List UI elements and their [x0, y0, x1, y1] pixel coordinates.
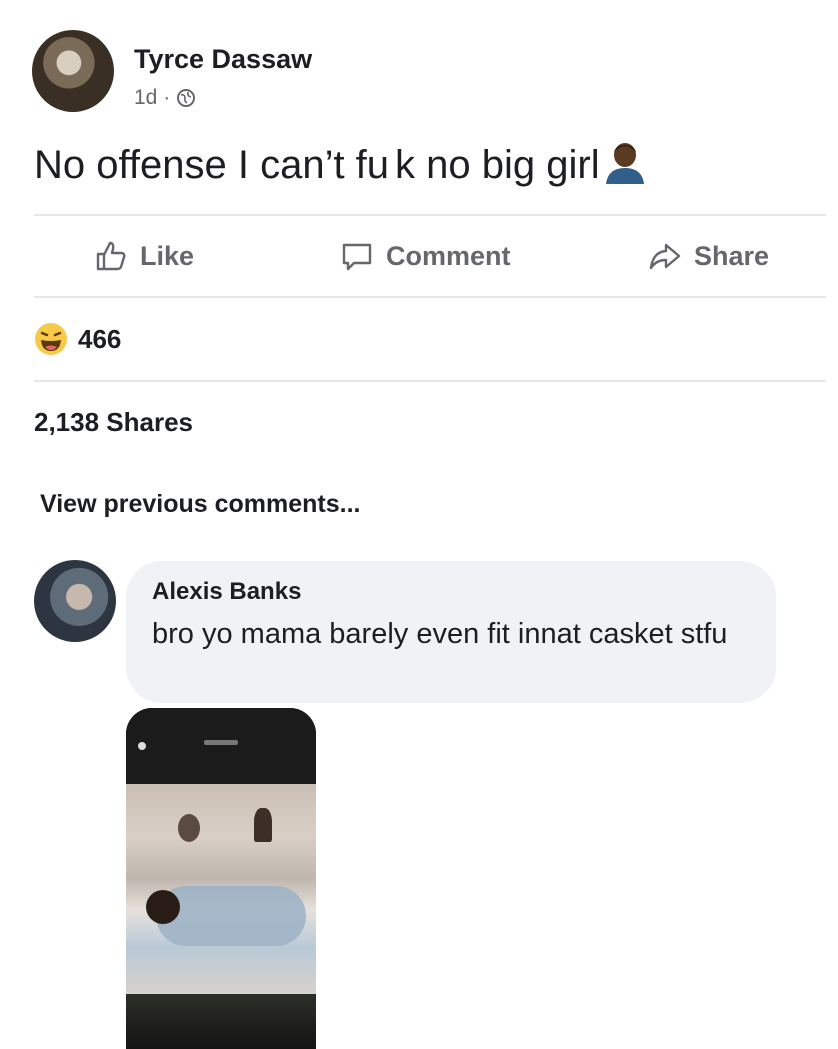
reactions-summary[interactable]: 466 [34, 322, 121, 356]
globe-icon [177, 89, 196, 107]
attachment-figure [178, 814, 200, 842]
attachment-clock [204, 740, 238, 745]
divider-actions [34, 296, 826, 298]
thumbs-up-icon [96, 241, 126, 271]
facebook-post: Tyrce Dassaw 1d · No offense I can’t fu k… [0, 0, 838, 1049]
commenter-name[interactable]: Alexis Banks [152, 578, 301, 606]
haha-reaction-icon [35, 323, 67, 355]
commenter-avatar[interactable] [34, 560, 116, 642]
post-text: No offense I can’t fu k no big girl [34, 140, 646, 188]
share-arrow-icon [649, 243, 681, 270]
person-emoji [605, 143, 644, 184]
post-meta: 1d · [134, 86, 196, 110]
attachment-head [146, 890, 180, 924]
post-text-start: No offense I can’t fu [34, 143, 390, 187]
post-time[interactable]: 1d · [134, 86, 170, 110]
comment-attachment-image[interactable] [126, 708, 316, 1049]
like-label: Like [140, 240, 195, 271]
post-text-end: k no big girl [395, 143, 600, 187]
author-name[interactable]: Tyrce Dassaw [134, 44, 312, 75]
attachment-blanket [156, 886, 306, 946]
share-button[interactable]: Share [648, 214, 769, 298]
reaction-count: 466 [78, 323, 122, 354]
view-previous-comments-link[interactable]: View previous comments... [40, 490, 360, 519]
attachment-status-bar [126, 708, 316, 784]
comment-icon [342, 243, 372, 271]
comment-text: bro yo mama barely even fit innat casket… [152, 618, 728, 650]
attachment-dot [138, 742, 146, 750]
author-avatar[interactable] [32, 30, 114, 112]
comment-button[interactable]: Comment [340, 214, 511, 298]
divider-reactions [34, 380, 826, 382]
comment-label: Comment [386, 240, 511, 271]
shares-count[interactable]: 2,138 Shares [34, 407, 193, 438]
like-button[interactable]: Like [94, 214, 194, 298]
attachment-figure [254, 808, 272, 842]
action-bar: Like Comment Share [34, 214, 826, 298]
share-label: Share [694, 240, 770, 271]
attachment-bottom [126, 994, 316, 1049]
